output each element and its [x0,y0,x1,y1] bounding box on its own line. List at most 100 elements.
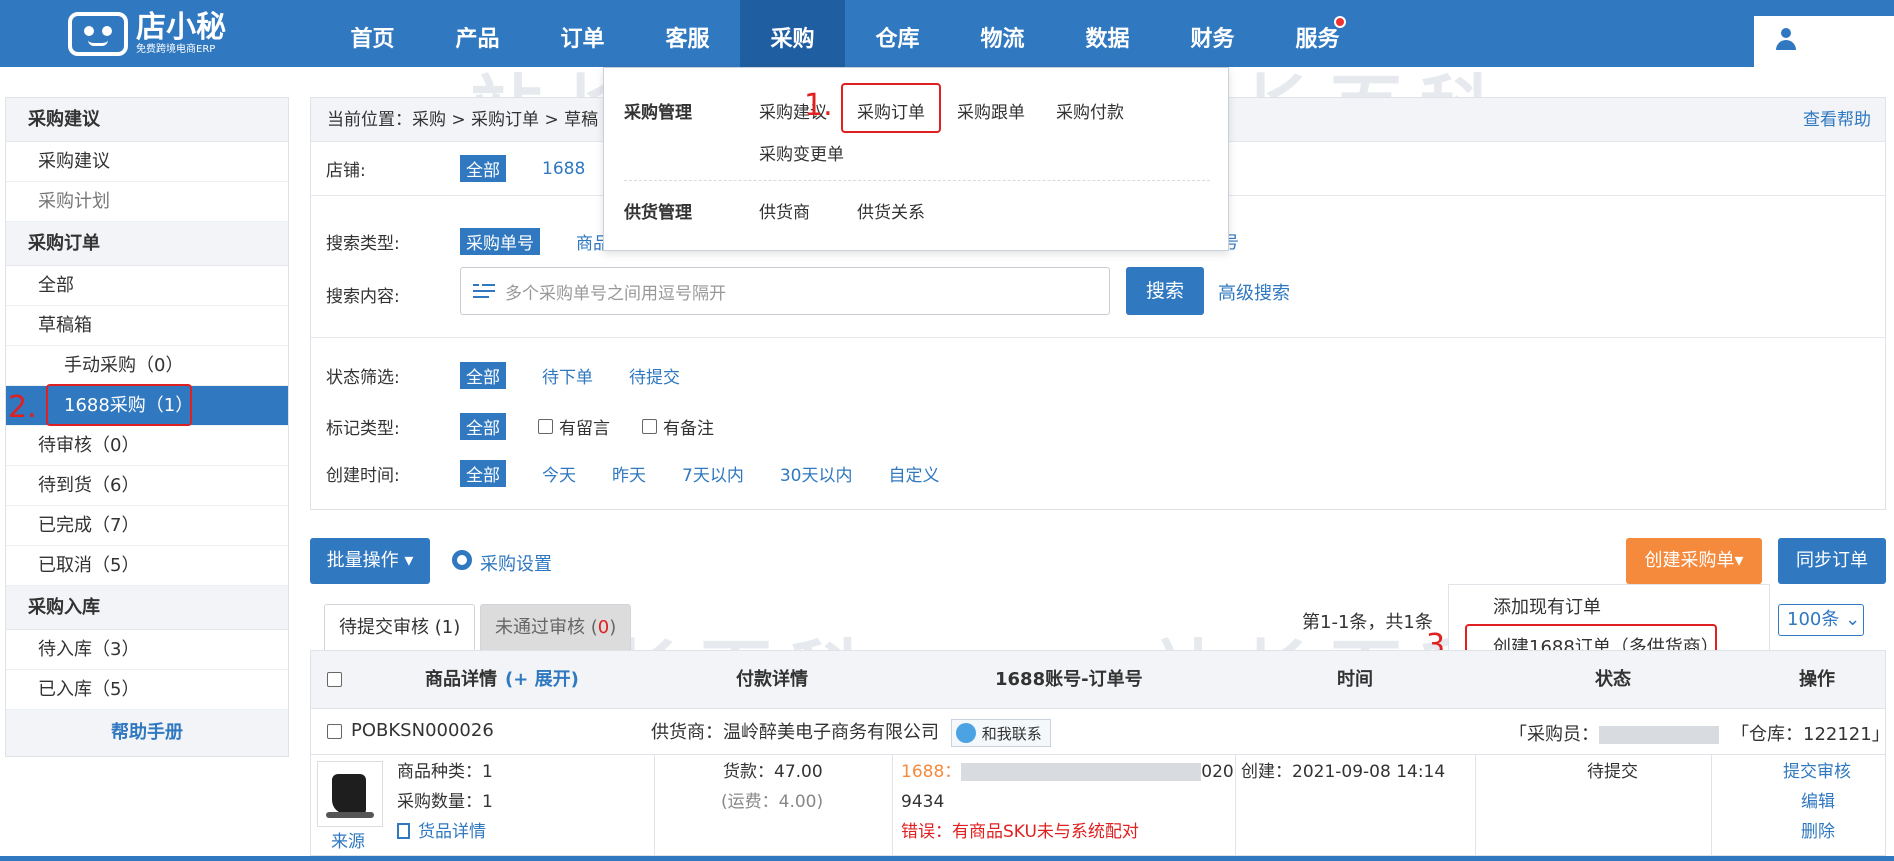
select-all-checkbox[interactable] [327,672,342,687]
sidebar: 采购建议 采购建议 采购计划 采购订单 全部 草稿箱 手动采购（0） 1688采… [5,97,289,757]
time-all-tag[interactable]: 全部 [460,460,506,487]
sidebar-item-plan[interactable]: 采购计划 [6,182,288,222]
batch-operations-button[interactable]: 批量操作 ▾ [310,538,430,584]
account-tail: 020 [1201,762,1234,782]
menu-purchase-payment[interactable]: 采购付款 [1056,98,1124,123]
time-today[interactable]: 今天 [542,461,576,486]
divider [1235,755,1236,857]
search-placeholder: 多个采购单号之间用逗号隔开 [505,283,726,304]
page-size-select[interactable]: 100条 ⌄ [1778,604,1864,636]
search-button[interactable]: 搜索 [1126,267,1204,315]
time-7-days[interactable]: 7天以内 [682,461,744,486]
document-icon [397,823,410,839]
warehouse-info: 「仓库：122121」 [1731,724,1890,745]
source-link[interactable]: 来源 [331,827,365,857]
menu-add-existing-order[interactable]: 添加现有订单 [1493,593,1601,619]
nav-purchase[interactable]: 采购 [740,0,845,67]
order-number-tail: 9434 [901,792,945,812]
buyer-info: 「采购员： [1509,720,1719,746]
dropdown-group-purchase: 采购管理 [624,103,692,123]
sidebar-item-to-inbound[interactable]: 待入库（3） [6,630,288,670]
time-filter-row: 创建时间: 全部 今天 昨天 7天以内 30天以内 自定义 [326,460,939,487]
nav-products[interactable]: 产品 [425,0,530,67]
gear-icon[interactable] [452,550,472,570]
bottom-border [0,856,1894,861]
purchase-settings-link[interactable]: 采购设置 [480,550,552,576]
brand-tagline: 免费跨境电商ERP [136,44,216,55]
product-thumbnail[interactable] [317,761,383,827]
nav-service[interactable]: 服务 [1265,0,1370,67]
nav-orders[interactable]: 订单 [530,0,635,67]
shop-filter-row: 店铺: 全部 1688 [326,155,585,182]
status-to-order[interactable]: 待下单 [542,363,593,388]
has-note-checkbox[interactable]: 有备注 [642,414,714,439]
nav-logistics[interactable]: 物流 [950,0,1055,67]
freight-amount: (运费：4.00) [721,792,824,812]
contact-supplier-button[interactable]: 和我联系 [950,719,1051,747]
mark-all-tag[interactable]: 全部 [460,413,506,440]
has-message-label: 有留言 [559,419,610,439]
expand-all-link[interactable]: (+ 展开) [505,651,579,709]
menu-supply-relation[interactable]: 供货关系 [857,198,925,223]
sidebar-item-cancelled[interactable]: 已取消（5） [6,546,288,586]
supplier-label: 供货商： [651,722,723,743]
sync-orders-button[interactable]: 同步订单 [1778,538,1886,584]
brand-logo[interactable]: 店小秘 免费跨境电商ERP [68,8,268,60]
time-custom[interactable]: 自定义 [888,461,939,486]
search-type-label: 搜索类型: [326,234,400,254]
advanced-search-link[interactable]: 高级搜索 [1218,279,1290,305]
sidebar-item-drafts[interactable]: 草稿箱 [6,306,288,346]
edit-link[interactable]: 编辑 [1801,787,1835,817]
supplier-info: 供货商：温岭醉美电子商务有限公司 和我联系 [651,718,1051,747]
top-navbar: 店小秘 免费跨境电商ERP 首页 产品 订单 客服 采购 仓库 物流 数据 财务… [0,0,1894,67]
status-all-tag[interactable]: 全部 [460,362,506,389]
sidebar-item-awaiting-arrival[interactable]: 待到货（6） [6,466,288,506]
nav-data[interactable]: 数据 [1055,0,1160,67]
time-yesterday[interactable]: 昨天 [612,461,646,486]
mark-filter-row: 标记类型: 全部 有留言 有备注 [326,413,714,440]
tab-rejected[interactable]: 未通过审核 (0) [480,604,632,650]
search-input[interactable]: 多个采购单号之间用逗号隔开 [460,267,1110,315]
create-purchase-order-button[interactable]: 创建采购单▾ [1626,538,1762,584]
menu-purchase-tracking[interactable]: 采购跟单 [957,98,1025,123]
checkbox-icon [538,419,553,434]
order-id: POBKSN000026 [351,720,494,741]
shop-1688-link[interactable]: 1688 [542,159,585,179]
nav-home[interactable]: 首页 [320,0,425,67]
menu-purchase-change[interactable]: 采购变更单 [759,140,844,165]
dropdown-divider [624,180,1210,181]
goods-detail-link[interactable]: 货品详情 [397,817,486,847]
nav-customer-service[interactable]: 客服 [635,0,740,67]
mark-label: 标记类型: [326,419,400,439]
has-message-checkbox[interactable]: 有留言 [538,414,610,439]
order-checkbox[interactable] [327,724,342,739]
delete-link[interactable]: 删除 [1801,817,1835,847]
nav-warehouse[interactable]: 仓库 [845,0,950,67]
help-manual-link[interactable]: 帮助手册 [6,710,288,756]
tab-pending-review[interactable]: 待提交审核 (1) [324,604,476,650]
shop-all-tag[interactable]: 全部 [460,155,506,182]
submit-review-link[interactable]: 提交审核 [1783,757,1851,787]
search-type-order-no[interactable]: 采购单号 [460,228,540,255]
menu-supplier[interactable]: 供货商 [759,198,810,223]
account-order-number: 1688： 020 [901,757,1234,787]
purchase-order-table: 商品详情 (+ 展开) 付款详情 1688账号-订单号 时间 状态 操作 POB… [310,650,1890,857]
buyer-label: 「采购员： [1509,724,1599,745]
sidebar-item-pending-review[interactable]: 待审核（0） [6,426,288,466]
purchase-quantity: 采购数量：1 [397,792,493,812]
sidebar-item-all[interactable]: 全部 [6,266,288,306]
shop-label: 店铺: [326,161,366,181]
sidebar-item-completed[interactable]: 已完成（7） [6,506,288,546]
divider [892,755,893,857]
sidebar-item-inbounded[interactable]: 已入库（5） [6,670,288,710]
sidebar-item-suggestion[interactable]: 采购建议 [6,142,288,182]
goods-detail-label: 货品详情 [418,822,486,842]
header-payment: 付款详情 [736,669,808,690]
sidebar-item-manual[interactable]: 手动采购（0） [6,346,288,386]
nav-finance[interactable]: 财务 [1160,0,1265,67]
user-menu[interactable] [1754,16,1894,67]
view-help-link[interactable]: 查看帮助 [1803,98,1871,142]
product-kinds: 商品种类：1 [397,762,493,782]
time-30-days[interactable]: 30天以内 [780,461,853,486]
status-to-submit[interactable]: 待提交 [629,363,680,388]
